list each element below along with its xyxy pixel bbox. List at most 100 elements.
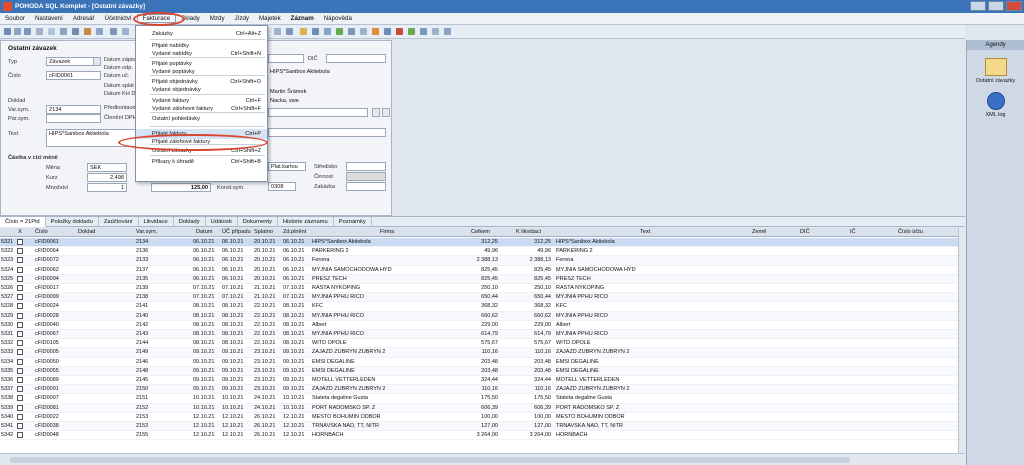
paste-icon[interactable] — [60, 28, 67, 35]
adresa-dropdown-icon[interactable] — [372, 108, 380, 117]
arrow-icon[interactable] — [110, 28, 117, 35]
tool-icon[interactable] — [432, 28, 439, 35]
scroll-thumb[interactable] — [10, 457, 850, 463]
copy-icon[interactable] — [48, 28, 55, 35]
row-checkbox[interactable] — [17, 423, 23, 429]
table-row[interactable]: 5340 cFID0022 2153 12.10.21 12.10.21 26.10.21… — [0, 413, 958, 422]
col-datum[interactable]: Datum — [196, 229, 212, 235]
col-doklad[interactable]: Doklad — [78, 229, 95, 235]
table-row[interactable]: 5324 cFID0062 2137 06.10.21 06.10.21 20.10.21… — [0, 266, 958, 275]
row-checkbox[interactable] — [17, 386, 23, 393]
tool-icon[interactable] — [286, 28, 293, 35]
table-row[interactable]: 5321 cFID0061 2134 06.10.21 06.10.21 20.10.21… — [0, 238, 958, 248]
tool-icon[interactable] — [274, 28, 281, 35]
table-row[interactable]: 5329 cFID0028 2140 08.10.21 08.10.21 22.10.21… — [0, 311, 958, 321]
close-button[interactable] — [1006, 1, 1022, 11]
col-firma[interactable]: Firma — [380, 229, 394, 235]
col-varsym[interactable]: Var.sym. — [136, 229, 157, 235]
tool-icon[interactable] — [336, 28, 343, 35]
row-checkbox[interactable] — [17, 257, 23, 264]
row-checkbox[interactable] — [17, 377, 23, 383]
table-row[interactable]: 5338 cFID0007 2151 10.10.21 10.10.21 24.10.21… — [0, 394, 958, 404]
table-row[interactable]: 5327 cFID0099 2138 07.10.21 07.10.21 21.10.21… — [0, 293, 958, 303]
plat-kartou-field[interactable]: Plat.kartou — [268, 162, 306, 171]
menu-mzdy[interactable]: Mzdy — [205, 15, 230, 22]
table-row[interactable]: 5333 cFID0005 2149 09.10.21 09.10.21 23.10.21… — [0, 348, 958, 358]
col-k-likvidaci[interactable]: K likvidaci — [516, 229, 541, 235]
delete-icon[interactable] — [72, 28, 79, 35]
varsym-field[interactable]: 2134 — [46, 105, 101, 114]
col-cislo-uctu[interactable]: Číslo účtu — [898, 229, 923, 235]
row-checkbox[interactable] — [17, 275, 23, 282]
table-row[interactable]: 5326 cFID0017 2139 07.10.21 07.10.21 21.10.21… — [0, 284, 958, 294]
table-row[interactable]: 5335 cFID0055 2148 09.10.21 09.10.21 23.10.21… — [0, 366, 958, 376]
tab-zauctovani[interactable]: Zaúčtování — [99, 216, 139, 227]
table-row[interactable]: 5334 cFID0050 2146 09.10.21 09.10.21 23.10.21… — [0, 358, 958, 367]
print-icon[interactable] — [36, 28, 43, 35]
table-row[interactable]: 5322 cFID0064 2136 06.10.21 06.10.21 20.10.21… — [0, 247, 958, 257]
row-checkbox[interactable] — [17, 395, 23, 402]
tool-icon[interactable] — [372, 28, 379, 35]
folder-icon[interactable] — [300, 28, 307, 35]
tool-icon[interactable] — [312, 28, 319, 35]
row-checkbox[interactable] — [17, 248, 23, 255]
menu-item-vydan-z-lohov-faktury[interactable]: Vydané zálohové faktury Ctrl+Shift+F — [136, 104, 267, 114]
tab-polozky-dokladu[interactable]: Položky dokladu — [46, 216, 99, 227]
tool-icon[interactable] — [122, 28, 129, 35]
tool-icon[interactable] — [408, 28, 415, 35]
col-dic[interactable]: DIČ — [800, 229, 810, 235]
row-checkbox[interactable] — [17, 367, 23, 374]
col-cislo[interactable]: Číslo — [35, 229, 48, 235]
table-row[interactable]: 5336 cFID0089 2145 09.10.21 09.10.21 23.10.21… — [0, 376, 958, 386]
parsym-field[interactable] — [46, 114, 101, 123]
tab-doklady[interactable]: Doklady — [174, 216, 206, 227]
row-checkbox[interactable] — [17, 294, 23, 301]
open-icon[interactable] — [14, 28, 21, 35]
menu-zaznam[interactable]: Záznam — [286, 15, 319, 22]
row-checkbox[interactable] — [17, 303, 23, 310]
row-checkbox[interactable] — [17, 404, 23, 411]
row-checkbox[interactable] — [17, 285, 23, 291]
tab-cislo[interactable]: Číslo = 21Pid — [0, 216, 46, 227]
menu-item-p-kazy-k-hrad-[interactable]: Příkazy k úhradě Ctrl+Shift+B — [136, 157, 267, 167]
table-row[interactable]: 5328 cFID0024 2141 08.10.21 08.10.21 22.10.21… — [0, 302, 958, 312]
tab-historie-zaznamu[interactable]: Historie záznamu — [278, 216, 334, 227]
table-row[interactable]: 5332 cFID0105 2144 08.10.21 08.10.21 22.10.21… — [0, 339, 958, 349]
zakazka-field[interactable] — [346, 182, 386, 191]
menu-adresar[interactable]: Adresář — [68, 15, 100, 22]
kurz-field[interactable]: 2,498 — [87, 173, 127, 182]
col-celkem[interactable]: Celkem — [471, 229, 490, 235]
col-uc-pripadu[interactable]: ÚČ případu — [222, 229, 251, 235]
table-row[interactable]: 5337 cFID0091 2150 09.10.21 09.10.21 23.10.21… — [0, 385, 958, 395]
tab-udalosti[interactable]: Události — [206, 216, 238, 227]
tool-icon[interactable] — [444, 28, 451, 35]
adresa-field[interactable] — [268, 108, 368, 117]
horizontal-scrollbar[interactable] — [0, 453, 965, 465]
table-row[interactable]: 5341 cFID0038 2153 12.10.21 12.10.21 26.10.21… — [0, 422, 958, 432]
tool-icon[interactable] — [360, 28, 367, 35]
menu-nastaveni[interactable]: Nastavení — [30, 15, 68, 22]
row-checkbox[interactable] — [17, 413, 23, 420]
col-x[interactable]: X — [18, 229, 22, 235]
ostatni-zavazky-icon[interactable] — [984, 58, 1007, 76]
menu-soubor[interactable]: Soubor — [0, 15, 30, 22]
table-row[interactable]: 5339 cFID0081 2152 10.10.21 10.10.21 24.10.21… — [0, 403, 958, 413]
table-row[interactable]: 5325 cFID0094 2135 06.10.21 06.10.21 20.10.21… — [0, 274, 958, 284]
table-row[interactable]: 5342 cFID0048 2155 12.10.21 12.10.21 26.10.21… — [0, 431, 958, 441]
cislo-field[interactable]: cFID0061 — [46, 71, 101, 80]
text2-field[interactable] — [268, 128, 386, 137]
adresa-list-icon[interactable] — [382, 108, 390, 117]
menu-item-vydan-popt-vky[interactable]: Vydané poptávky — [136, 67, 267, 77]
row-checkbox[interactable] — [17, 312, 23, 319]
menu-item-ostatn-pohled-vky[interactable]: Ostatní pohledávky — [136, 114, 267, 124]
tool-icon[interactable] — [96, 28, 103, 35]
tab-dokumenty[interactable]: Dokumenty — [238, 216, 278, 227]
tab-poznamky[interactable]: Poznámky — [334, 216, 372, 227]
col-text[interactable]: Text — [640, 229, 650, 235]
typ-dropdown-icon[interactable] — [93, 57, 101, 66]
agenda-ostatni-zavazky[interactable]: Ostatní závazky — [967, 78, 1024, 84]
col-ic[interactable]: IČ — [850, 229, 856, 235]
tab-likvidace[interactable]: Likvidace — [139, 216, 174, 227]
maximize-button[interactable] — [988, 1, 1004, 11]
row-checkbox[interactable] — [17, 331, 23, 337]
